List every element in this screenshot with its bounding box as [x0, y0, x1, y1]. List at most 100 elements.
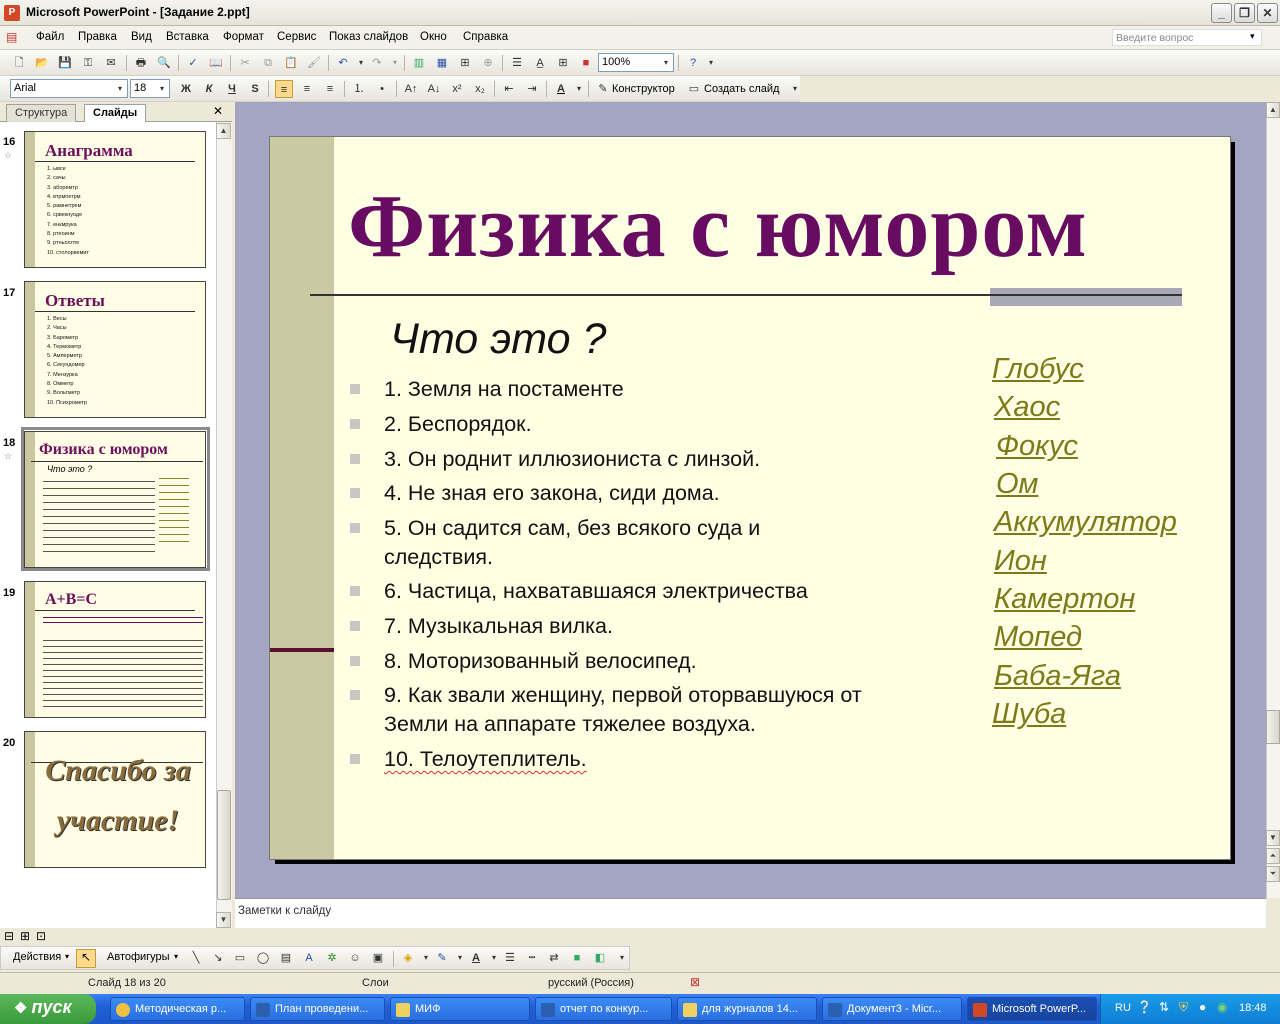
color-grayscale-icon[interactable]: ■: [577, 54, 595, 72]
font-size-combo[interactable]: 18 ▾: [130, 79, 170, 98]
slide-thumbnail-16[interactable]: Анаграмма 1. ывсе 2. сачы 3. аборемтр 4.…: [24, 131, 206, 268]
scroll-down-icon[interactable]: ▼: [216, 912, 231, 928]
slide[interactable]: Физика с юмором Что это ? 1. Земля на по…: [269, 136, 1231, 860]
shadow-button[interactable]: S: [246, 80, 264, 98]
spelling-icon[interactable]: ✓: [184, 54, 202, 72]
tab-outline[interactable]: Структура: [6, 104, 77, 122]
question-item[interactable]: 8. Моторизованный велосипед.: [384, 647, 904, 676]
restore-button[interactable]: ❐: [1234, 3, 1255, 23]
chevron-down-icon[interactable]: ▾: [660, 55, 672, 70]
italic-button[interactable]: К: [200, 80, 218, 98]
menu-format[interactable]: Формат: [223, 31, 264, 43]
line-color-icon[interactable]: ✎: [433, 949, 451, 967]
diagram-icon[interactable]: ✲: [323, 949, 341, 967]
menu-file[interactable]: Файл: [36, 31, 64, 43]
menu-help[interactable]: Справка: [463, 31, 508, 43]
show-formatting-icon[interactable]: A̲: [531, 54, 549, 72]
help-icon[interactable]: ?: [684, 54, 702, 72]
save-icon[interactable]: 💾: [56, 54, 74, 72]
underline-button[interactable]: Ч: [223, 80, 241, 98]
line-style-icon[interactable]: ☰: [501, 949, 519, 967]
copy-icon[interactable]: ⧉: [259, 54, 277, 72]
toolbar-options-icon[interactable]: ▾: [702, 54, 720, 72]
taskbar-item-powerpoint[interactable]: Microsoft PowerP...: [967, 997, 1097, 1021]
table-icon[interactable]: ▦: [433, 54, 451, 72]
answer-link[interactable]: Ион: [994, 545, 1047, 578]
answer-link[interactable]: Хаос: [994, 391, 1060, 424]
new-slide-icon[interactable]: ▭: [685, 80, 703, 98]
previous-slide-icon[interactable]: ⏶: [1266, 848, 1280, 864]
answer-link[interactable]: Аккумулятор: [994, 506, 1177, 539]
wordart-icon[interactable]: A: [300, 949, 318, 967]
start-button[interactable]: ❖ пуск: [0, 994, 96, 1024]
chevron-down-icon[interactable]: ▾: [114, 81, 126, 96]
bullets-icon[interactable]: •: [373, 80, 391, 98]
answer-link[interactable]: Мопед: [994, 621, 1082, 654]
slide-subtitle[interactable]: Что это ?: [390, 315, 606, 364]
picture-icon[interactable]: ▣: [369, 949, 387, 967]
cut-icon[interactable]: ✂: [236, 54, 254, 72]
question-item[interactable]: 6. Частица, нахватавшаяся электричества: [384, 577, 904, 606]
rectangle-icon[interactable]: ▭: [231, 949, 249, 967]
question-item[interactable]: 2. Беспорядок.: [384, 410, 904, 439]
clipart-icon[interactable]: ☺: [346, 949, 364, 967]
ask-dropdown-icon[interactable]: ▾: [1250, 31, 1255, 42]
slide-thumbnail-18[interactable]: Физика с юмором Что это ?: [24, 431, 206, 568]
align-center-icon[interactable]: ≡: [298, 80, 316, 98]
menu-window[interactable]: Окно: [420, 31, 447, 43]
autoshapes-menu[interactable]: Автофигуры: [107, 951, 170, 963]
language-indicator[interactable]: RU: [1115, 1002, 1131, 1014]
scroll-down-icon[interactable]: ▼: [1266, 830, 1280, 846]
superscript-icon[interactable]: x²: [448, 80, 466, 98]
print-preview-icon[interactable]: 🔍: [155, 54, 173, 72]
help-tray-icon[interactable]: ❔: [1137, 1000, 1152, 1014]
designer-icon[interactable]: ✎: [594, 80, 612, 98]
taskbar-item[interactable]: отчет по конкур...: [535, 997, 672, 1021]
hyperlink-icon[interactable]: ⊕: [479, 54, 497, 72]
tray-app-icon[interactable]: ◉: [1217, 1000, 1227, 1014]
network-icon[interactable]: ⇅: [1159, 1000, 1169, 1014]
dash-style-icon[interactable]: ┅: [523, 949, 541, 967]
tables-borders-icon[interactable]: ⊞: [456, 54, 474, 72]
slide-thumbnail-17[interactable]: Ответы 1. Весы 2. Часы 3. Барометр 4. Те…: [24, 281, 206, 418]
spelling-status-icon[interactable]: ⊠: [690, 975, 700, 989]
taskbar-item[interactable]: МИФ: [390, 997, 530, 1021]
slideshow-icon[interactable]: ⊡: [36, 929, 46, 943]
answer-link[interactable]: Фокус: [996, 430, 1078, 463]
chart-icon[interactable]: ▥: [410, 54, 428, 72]
actions-menu[interactable]: Действия: [13, 951, 61, 963]
question-item[interactable]: 4. Не зная его закона, сиди дома.: [384, 479, 904, 508]
scroll-thumb[interactable]: [217, 790, 231, 900]
notes-pane[interactable]: Заметки к слайду: [235, 898, 1266, 928]
increase-indent-icon[interactable]: ⇥: [523, 80, 541, 98]
clock[interactable]: 18:48: [1239, 1002, 1267, 1014]
normal-view-icon[interactable]: ⊟: [4, 929, 14, 943]
answer-link[interactable]: Баба-Яга: [994, 660, 1121, 693]
align-right-icon[interactable]: ≡: [321, 80, 339, 98]
3d-style-icon[interactable]: ◧: [591, 949, 609, 967]
scroll-up-icon[interactable]: ▲: [216, 123, 231, 139]
numbering-icon[interactable]: ⒈: [350, 80, 368, 98]
slide-thumbnail-20[interactable]: Спасибо за участие!: [24, 731, 206, 868]
slide-title[interactable]: Физика с юмором: [348, 175, 1088, 278]
antivirus-icon[interactable]: ●: [1199, 1000, 1206, 1014]
print-icon[interactable]: 🖶: [132, 54, 150, 72]
taskbar-item[interactable]: Методическая р...: [110, 997, 245, 1021]
powerpoint-icon[interactable]: P: [4, 5, 20, 21]
menu-slideshow[interactable]: Показ слайдов: [329, 31, 408, 43]
menu-insert[interactable]: Вставка: [166, 31, 209, 43]
arrow-icon[interactable]: ↘: [209, 949, 227, 967]
textbox-icon[interactable]: ▤: [277, 949, 295, 967]
chevron-down-icon[interactable]: ▾: [156, 81, 168, 96]
decrease-font-icon[interactable]: A↓: [425, 80, 443, 98]
answer-link[interactable]: Глобус: [992, 353, 1084, 386]
toolbar-options-icon[interactable]: ▾: [613, 949, 631, 967]
subscript-icon[interactable]: x₂: [471, 80, 489, 98]
slide-scrollbar[interactable]: [1266, 102, 1280, 898]
question-item[interactable]: 1. Земля на постаменте: [384, 375, 904, 404]
menu-tools[interactable]: Сервис: [277, 31, 316, 43]
slide-thumbnail-19[interactable]: А+В=С: [24, 581, 206, 718]
zoom-combo[interactable]: 100% ▾: [598, 53, 674, 72]
font-color-icon[interactable]: A: [467, 949, 485, 967]
line-icon[interactable]: ╲: [187, 949, 205, 967]
